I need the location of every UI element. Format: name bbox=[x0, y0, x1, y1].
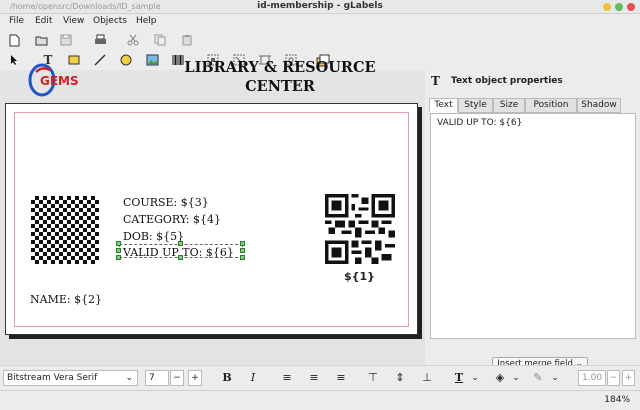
print-icon[interactable] bbox=[93, 33, 107, 47]
tab-style[interactable]: Style bbox=[458, 98, 493, 113]
text-content[interactable]: VALID UP TO: ${6} bbox=[437, 118, 522, 128]
close-button[interactable] bbox=[627, 3, 635, 11]
chevron-down-icon[interactable]: ⌄ bbox=[468, 371, 482, 385]
chevron-down-icon[interactable]: ⌄ bbox=[548, 371, 562, 385]
fill-color-icon[interactable]: ◈ bbox=[493, 371, 507, 385]
tab-position[interactable]: Position bbox=[525, 98, 577, 113]
resize-handle[interactable] bbox=[116, 241, 121, 246]
menu-bar: File Edit View Objects Help bbox=[0, 14, 640, 30]
tab-text[interactable]: Text bbox=[429, 98, 458, 113]
ellipse-tool-icon[interactable] bbox=[119, 53, 133, 67]
align-left-icon[interactable]: ≡ bbox=[280, 371, 294, 385]
font-family-select[interactable]: Bitstream Vera Serif ⌄ bbox=[3, 370, 138, 386]
dob-field[interactable]: DOB: ${5} bbox=[123, 230, 184, 243]
valign-top-icon[interactable]: ⊤ bbox=[366, 371, 380, 385]
bold-icon[interactable]: B bbox=[220, 371, 234, 385]
align-right-icon[interactable]: ≡ bbox=[334, 371, 348, 385]
chevron-down-icon[interactable]: ⌄ bbox=[509, 371, 523, 385]
line-tool-icon[interactable] bbox=[93, 53, 107, 67]
valign-middle-icon[interactable]: ⇕ bbox=[393, 371, 407, 385]
category-field[interactable]: CATEGORY: ${4} bbox=[123, 213, 221, 226]
font-size-input[interactable]: 7 bbox=[145, 370, 169, 386]
resize-handle[interactable] bbox=[178, 241, 183, 246]
text-content-editor[interactable]: VALID UP TO: ${6} Insert merge field ⌄ bbox=[430, 113, 636, 372]
resize-handle[interactable] bbox=[240, 255, 245, 260]
open-icon[interactable] bbox=[34, 33, 48, 47]
chevron-down-icon: ⌄ bbox=[125, 373, 133, 383]
menu-edit[interactable]: Edit bbox=[35, 16, 52, 26]
main-toolbar bbox=[0, 30, 640, 50]
menu-objects[interactable]: Objects bbox=[93, 16, 127, 26]
line-spacing-increase-button[interactable]: + bbox=[622, 370, 635, 386]
property-tabs: Text Style Size Position Shadow bbox=[429, 98, 635, 114]
align-center-icon[interactable]: ≡ bbox=[307, 371, 321, 385]
cut-icon[interactable] bbox=[126, 33, 140, 47]
window-title: id-membership - gLabels bbox=[257, 1, 383, 11]
resize-handle[interactable] bbox=[116, 248, 121, 253]
arrow-select-icon[interactable] bbox=[7, 53, 21, 67]
text-properties-icon: T bbox=[431, 74, 440, 88]
resize-handle[interactable] bbox=[240, 248, 245, 253]
svg-text:GEMS: GEMS bbox=[40, 74, 79, 88]
paste-icon[interactable] bbox=[180, 33, 194, 47]
qr-code[interactable] bbox=[325, 194, 395, 264]
resize-handle[interactable] bbox=[116, 255, 121, 260]
maximize-button[interactable] bbox=[615, 3, 623, 11]
resize-handle[interactable] bbox=[178, 255, 183, 260]
title-bar: /home/opensrc/Downloads/ID_sample id-mem… bbox=[0, 0, 640, 14]
line-spacing-input[interactable]: 1.00 bbox=[578, 370, 606, 386]
name-field[interactable]: NAME: ${2} bbox=[30, 293, 102, 306]
valign-bottom-icon[interactable]: ⊥ bbox=[420, 371, 434, 385]
font-size-increase-button[interactable]: + bbox=[188, 370, 202, 386]
menu-view[interactable]: View bbox=[63, 16, 84, 26]
new-icon[interactable] bbox=[7, 33, 21, 47]
italic-icon[interactable]: I bbox=[246, 371, 260, 385]
gems-logo[interactable]: GEMS bbox=[28, 60, 86, 100]
properties-panel: T Text object properties Text Style Size… bbox=[425, 70, 640, 372]
menu-help[interactable]: Help bbox=[136, 16, 157, 26]
tab-shadow[interactable]: Shadow bbox=[577, 98, 621, 113]
zoom-level: 184% bbox=[604, 395, 630, 405]
status-bar: 184% bbox=[0, 390, 640, 410]
tab-size[interactable]: Size bbox=[493, 98, 525, 113]
minimize-button[interactable] bbox=[603, 3, 611, 11]
label-title[interactable]: LIBRARY & RESOURCE CENTER bbox=[150, 58, 410, 96]
line-spacing-decrease-button[interactable]: − bbox=[607, 370, 620, 386]
line-color-icon[interactable]: ✎ bbox=[531, 371, 545, 385]
menu-file[interactable]: File bbox=[9, 16, 24, 26]
save-icon[interactable] bbox=[59, 33, 73, 47]
text-color-icon[interactable]: T bbox=[452, 371, 466, 385]
course-field[interactable]: COURSE: ${3} bbox=[123, 196, 209, 209]
font-toolbar: Bitstream Vera Serif ⌄ 7 − + B I ≡ ≡ ≡ ⊤… bbox=[0, 365, 640, 390]
resize-handle[interactable] bbox=[240, 241, 245, 246]
panel-title: Text object properties bbox=[451, 76, 563, 86]
copy-icon[interactable] bbox=[153, 33, 167, 47]
font-family-value: Bitstream Vera Serif bbox=[7, 373, 98, 383]
photo-placeholder[interactable] bbox=[31, 196, 99, 264]
qr-field-label[interactable]: ${1} bbox=[344, 270, 375, 283]
font-size-decrease-button[interactable]: − bbox=[170, 370, 184, 386]
